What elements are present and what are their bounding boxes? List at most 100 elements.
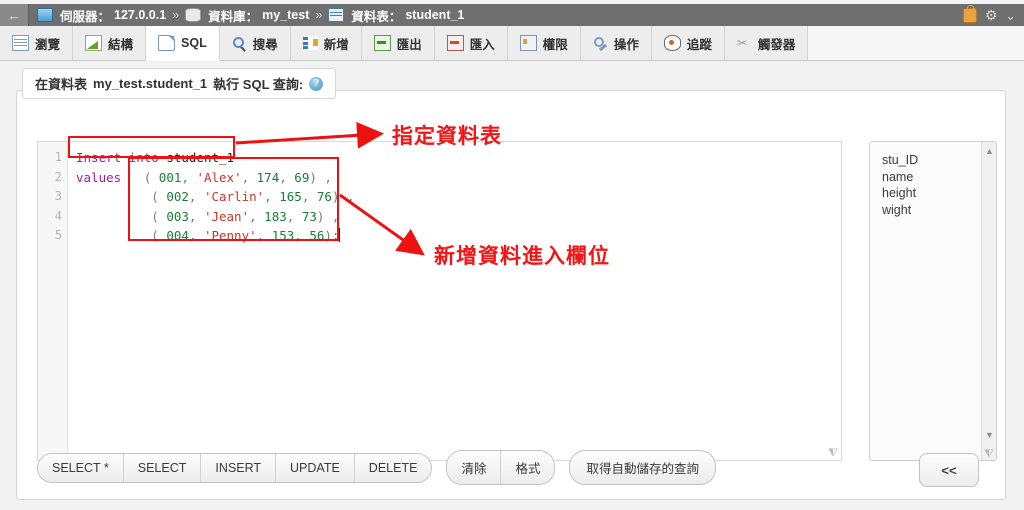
sql-line: Insert into student_1 — [76, 148, 841, 168]
column-list-item[interactable]: height — [882, 185, 996, 202]
sql-token-kw: values — [76, 169, 129, 185]
update-button[interactable]: UPDATE — [276, 453, 355, 482]
phpmyadmin-window: ← 伺服器： 127.0.0.1 » 資料庫： my_test » 資料表： s… — [0, 0, 1024, 510]
breadcrumb-database-label: 資料庫： — [208, 9, 259, 24]
editor-line-number-gutter: 1 2 3 4 5 — [38, 142, 68, 460]
column-list-items[interactable]: stu_ID name height wight — [870, 142, 996, 218]
tab-structure[interactable]: 結構 — [73, 26, 147, 60]
sql-token-num: 002 — [166, 189, 189, 204]
insert-button[interactable]: INSERT — [201, 453, 277, 482]
breadcrumb-separator-2: » — [315, 8, 323, 22]
clear-button[interactable]: 清除 — [447, 451, 502, 484]
editor-tool-button-group: 清除 格式 — [446, 450, 556, 485]
legend-target-table: my_test.student_1 — [93, 76, 208, 91]
tab-triggers[interactable]: 觸發器 — [724, 26, 809, 60]
collapse-sidebar-button[interactable]: << — [919, 453, 979, 487]
sql-token-num: 76 — [316, 189, 332, 204]
tab-tracking[interactable]: 追蹤 — [651, 26, 725, 60]
sql-content-area: 在資料表 my_test.student_1 執行 SQL 查詢: ? 1 2 … — [8, 68, 1014, 502]
sql-token-num: 73 — [301, 208, 317, 224]
line-number: 3 — [54, 189, 62, 203]
sql-token-punc: ); — [324, 228, 340, 243]
tab-label: 操作 — [613, 37, 639, 52]
breadcrumb-table-label: 資料表： — [351, 9, 402, 24]
sql-token-punc: , — [264, 189, 280, 204]
privileges-icon — [519, 35, 537, 51]
server-icon — [37, 8, 53, 22]
select-button[interactable]: SELECT — [123, 453, 202, 482]
lock-icon[interactable] — [963, 4, 978, 23]
sql-token-num: 004 — [166, 228, 189, 243]
delete-button[interactable]: DELETE — [354, 453, 432, 482]
tab-label: 搜尋 — [252, 37, 278, 52]
tab-operations[interactable]: 操作 — [580, 26, 652, 60]
line-number: 4 — [54, 208, 62, 223]
column-list-item[interactable]: name — [882, 169, 996, 186]
sql-token-punc: ( — [76, 189, 167, 204]
sql-action-buttons: SELECT * SELECT INSERT UPDATE DELETE 清除 … — [37, 450, 716, 485]
operations-icon — [593, 36, 608, 50]
sql-token-punc: , — [279, 169, 295, 185]
sql-token-punc: ( — [76, 208, 167, 224]
sql-token-punc: , — [181, 169, 197, 185]
breadcrumb-database-value[interactable]: my_test — [262, 8, 309, 22]
sql-token-punc: ( — [76, 228, 167, 243]
tab-export[interactable]: 匯出 — [361, 26, 435, 60]
triggers-icon — [737, 36, 752, 50]
sql-query-legend: 在資料表 my_test.student_1 執行 SQL 查詢: ? — [22, 68, 337, 99]
help-icon[interactable]: ? — [309, 76, 324, 91]
sql-token-punc: ( — [128, 169, 159, 185]
tab-sql[interactable]: SQL — [146, 26, 220, 61]
column-list-item[interactable]: wight — [882, 202, 996, 219]
sql-token-punc: , — [188, 208, 204, 224]
gear-icon[interactable]: ⚙ — [984, 8, 998, 22]
breadcrumb-separator-1: » — [172, 8, 180, 22]
collapse-panel-icon[interactable]: ⌄ — [1005, 9, 1016, 22]
legend-prefix: 在資料表 — [35, 77, 88, 92]
get-autosaved-query-button[interactable]: 取得自動儲存的查詢 — [569, 450, 716, 485]
column-list-item[interactable]: stu_ID — [882, 152, 996, 169]
tab-label: 結構 — [108, 37, 134, 52]
sql-token-punc: , — [301, 189, 317, 204]
sql-token-num: 56 — [309, 228, 325, 243]
column-name-list[interactable]: stu_ID name height wight ▲ ▼ ⧨ — [869, 141, 997, 461]
breadcrumb-table-value[interactable]: student_1 — [405, 8, 464, 22]
tab-insert[interactable]: 新增 — [290, 26, 362, 60]
tab-browse[interactable]: 瀏覽 — [0, 26, 74, 60]
sql-token-punc: , — [256, 228, 272, 243]
tab-label: 追蹤 — [686, 37, 712, 52]
main-tab-bar: 瀏覽 結構 SQL 搜尋 新增 匯出 匯入 權限 操作 追蹤 ✂ 觸發器 — [0, 26, 1024, 61]
sql-line: ( 002, 'Carlin', 165, 76) , — [76, 187, 841, 207]
sql-token-punc: , — [188, 228, 204, 243]
back-button[interactable]: ← — [0, 4, 29, 26]
sql-token-punc: , — [294, 228, 310, 243]
tab-label: 瀏覽 — [35, 37, 61, 52]
column-list-resize-grip[interactable]: ⧨ — [983, 448, 995, 460]
line-number: 2 — [54, 169, 62, 184]
breadcrumb: 伺服器： 127.0.0.1 » 資料庫： my_test » 資料表： stu… — [29, 6, 464, 25]
sql-line: ( 004, 'Penny', 153, 56); — [76, 226, 841, 246]
tab-privileges[interactable]: 權限 — [507, 26, 581, 60]
sql-icon — [158, 35, 176, 51]
tab-label: SQL — [181, 36, 207, 50]
sql-editor[interactable]: 1 2 3 4 5 Insert into student_1 values ( … — [37, 141, 842, 461]
sql-token-str: 'Penny' — [203, 228, 257, 243]
scroll-down-icon[interactable]: ▼ — [982, 428, 996, 442]
sql-token-punc: ) , — [331, 189, 355, 204]
scroll-up-icon[interactable]: ▲ — [982, 144, 996, 158]
column-list-scrollbar[interactable]: ▲ ▼ — [981, 142, 996, 460]
sql-token-num: 165 — [279, 189, 302, 204]
sql-code-text[interactable]: Insert into student_1 values ( 001, 'Alex… — [68, 142, 841, 460]
sql-token-num: 153 — [271, 228, 295, 243]
format-button[interactable]: 格式 — [501, 451, 555, 484]
breadcrumb-server-value[interactable]: 127.0.0.1 — [114, 8, 166, 22]
browse-icon — [12, 35, 29, 51]
editor-resize-grip[interactable]: ⧨ — [827, 447, 839, 459]
tab-search[interactable]: 搜尋 — [219, 26, 291, 60]
breadcrumb-bar: ← 伺服器： 127.0.0.1 » 資料庫： my_test » 資料表： s… — [0, 4, 1024, 26]
tab-label: 匯入 — [469, 37, 495, 52]
tracking-icon — [663, 35, 681, 51]
tab-import[interactable]: 匯入 — [434, 26, 508, 60]
select-star-button[interactable]: SELECT * — [38, 453, 124, 482]
legend-suffix: 執行 SQL 查詢: — [213, 77, 304, 92]
